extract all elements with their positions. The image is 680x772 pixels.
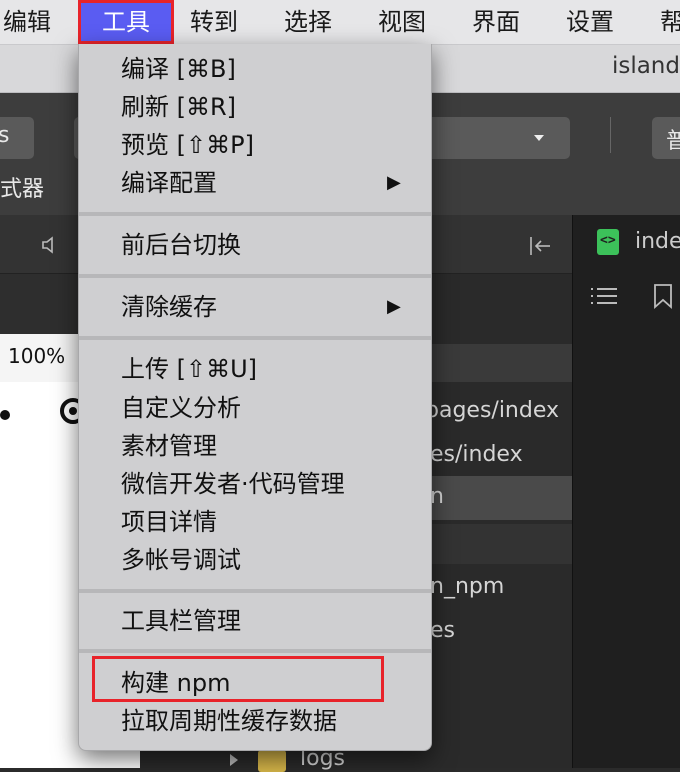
menu-dots-icon[interactable] [0, 410, 10, 420]
menu-separator [79, 274, 431, 278]
chevron-right-icon[interactable] [230, 754, 238, 766]
menu-select[interactable]: 选择 [284, 0, 332, 44]
tools-dropdown-menu: 编译 [⌘B] 刷新 [⌘R] 预览 [⇧⌘P] 编译配置 ▶ 前后台切换 清除… [78, 44, 432, 751]
menu-item-clear-cache[interactable]: 清除缓存 ▶ [79, 288, 431, 326]
menu-item-custom-analysis[interactable]: 自定义分析 [79, 389, 431, 427]
menu-item-project-details[interactable]: 项目详情 [79, 503, 431, 541]
toolbar-right-fragment: 普 [666, 129, 680, 154]
menu-separator [79, 336, 431, 340]
menu-separator [79, 649, 431, 653]
menu-view[interactable]: 视图 [378, 0, 426, 44]
menu-item-preview[interactable]: 预览 [⇧⌘P] [79, 126, 431, 164]
simulator-toggle-button[interactable]: s [0, 117, 34, 159]
chevron-down-icon [534, 135, 544, 141]
menu-item-compile-config[interactable]: 编译配置 ▶ [79, 164, 431, 202]
toolbar-left-caption: 式器 [0, 177, 45, 202]
menu-separator [79, 212, 431, 216]
menu-item-fetch-periodic-cache[interactable]: 拉取周期性缓存数据 [79, 702, 431, 740]
tree-row-label: es [430, 618, 455, 643]
tree-row-label: n [430, 484, 444, 509]
simulator-zoom-label[interactable]: 100% [8, 344, 65, 368]
menu-item-refresh[interactable]: 刷新 [⌘R] [79, 88, 431, 126]
menu-item-code-management[interactable]: 微信开发者·代码管理 [79, 465, 431, 503]
outline-list-icon[interactable] [589, 285, 619, 307]
submenu-arrow-icon: ▶ [387, 296, 401, 317]
tree-row-label: n_npm [430, 574, 505, 599]
annotation-highlight-box [92, 656, 384, 702]
menu-settings[interactable]: 设置 [566, 0, 614, 44]
normal-compile-button[interactable]: 普 [652, 117, 680, 159]
menu-interface[interactable]: 界面 [472, 0, 520, 44]
submenu-arrow-icon: ▶ [387, 172, 401, 193]
menu-item-toolbar-management[interactable]: 工具栏管理 [79, 602, 431, 640]
window-title: island [611, 53, 680, 79]
menu-goto[interactable]: 转到 [190, 0, 238, 44]
menu-item-multi-account-debug[interactable]: 多帐号调试 [79, 541, 431, 579]
editor-panel: <> inde [572, 215, 680, 768]
menu-help[interactable]: 帮 [660, 0, 680, 44]
editor-tab-label: inde [635, 229, 680, 254]
collapse-panel-icon[interactable] [528, 235, 554, 257]
bookmark-icon[interactable] [653, 283, 673, 309]
toolbar-divider [610, 117, 611, 153]
menu-tools[interactable]: 工具 [78, 0, 174, 44]
menu-item-upload[interactable]: 上传 [⇧⌘U] [79, 350, 431, 388]
menu-separator [79, 589, 431, 593]
file-code-icon: <> [597, 229, 619, 255]
folder-icon [258, 750, 286, 772]
menu-item-asset-management[interactable]: 素材管理 [79, 427, 431, 465]
menu-item-compile[interactable]: 编译 [⌘B] [79, 50, 431, 88]
tree-row-label: pages/index [425, 398, 560, 423]
menu-bar: 编辑 工具 转到 选择 视图 界面 设置 帮 [0, 0, 680, 45]
editor-tab[interactable]: <> inde [573, 215, 680, 273]
tree-row-label: es/index [430, 442, 523, 467]
toolbar-left-fragment: s [0, 123, 10, 148]
speaker-icon[interactable] [40, 235, 60, 255]
menu-edit[interactable]: 编辑 [3, 0, 51, 44]
menu-item-foreground-background[interactable]: 前后台切换 [79, 226, 431, 264]
